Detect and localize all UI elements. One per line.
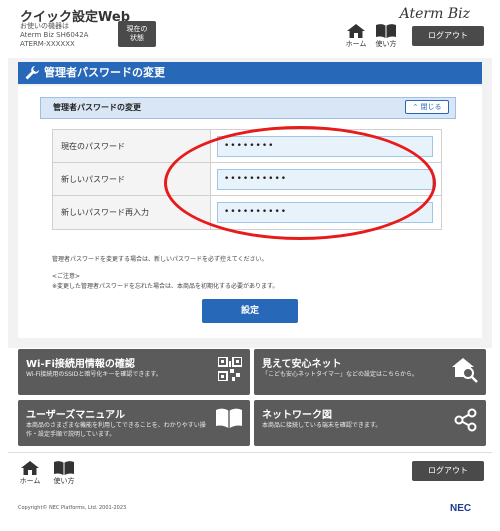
set-button[interactable]: 設定	[202, 299, 298, 323]
tile-mieru-anshin-net[interactable]: 見えて安心ネット 「こども安心ネットタイマー」などの設定はこちらから。	[254, 349, 486, 395]
qr-code-icon	[218, 357, 242, 381]
nec-logo: NEC	[450, 503, 472, 514]
tile-network-map[interactable]: ネットワーク図 本商品に接続している端末を確認できます。	[254, 400, 486, 446]
chevron-up-icon: ⌃	[412, 103, 419, 111]
manual-button[interactable]: 使い方	[372, 24, 400, 49]
footer-manual-button[interactable]: 使い方	[50, 461, 78, 486]
home-button[interactable]: ホーム	[342, 24, 370, 49]
section-header: 管理者パスワードの変更	[18, 62, 482, 84]
home-icon	[347, 24, 365, 38]
note-caution-text: ※変更した管理者パスワードを忘れた場合は、本商品を初期化する必要があります。	[52, 283, 279, 290]
book-icon	[216, 408, 242, 428]
book-icon	[376, 24, 396, 38]
tile-users-manual[interactable]: ユーザーズマニュアル 本商品のさまざまな機能を利用してできることを、わかりやすい…	[18, 400, 250, 446]
home-icon	[21, 461, 39, 475]
footer-logout-button[interactable]: ログアウト	[412, 461, 484, 481]
current-status-button[interactable]: 現在の 状態	[118, 21, 156, 47]
device-info: お使いの機器は Aterm Biz SH6042A ATERM-XXXXXX	[20, 22, 89, 48]
note-caution-heading: <ご注意>	[52, 273, 81, 280]
tile-wifi-info[interactable]: Wi-Fi接続用情報の確認 Wi-Fi接続用のSSIDと暗号化キーを確認できます…	[18, 349, 250, 395]
copyright-text: Copyright© NEC Platforms, Ltd. 2001-2023	[18, 505, 127, 511]
wrench-icon	[25, 66, 39, 80]
close-button[interactable]: ⌃ 閉じる	[405, 100, 449, 114]
book-icon	[54, 461, 74, 475]
footer-home-button[interactable]: ホーム	[16, 461, 44, 486]
highlight-annotation	[164, 126, 436, 240]
footer-divider	[8, 452, 492, 453]
subsection-header: 管理者パスワードの変更	[40, 97, 456, 119]
note-backup: 管理者パスワードを変更する場合は、新しいパスワードを必ず控えてください。	[52, 256, 268, 263]
brand-logo: Aterm Biz	[399, 6, 470, 22]
network-share-icon	[454, 408, 477, 432]
house-search-icon	[452, 358, 478, 383]
logout-button[interactable]: ログアウト	[412, 26, 484, 46]
page-header: クイック設定Web お使いの機器は Aterm Biz SH6042A ATER…	[0, 0, 500, 58]
